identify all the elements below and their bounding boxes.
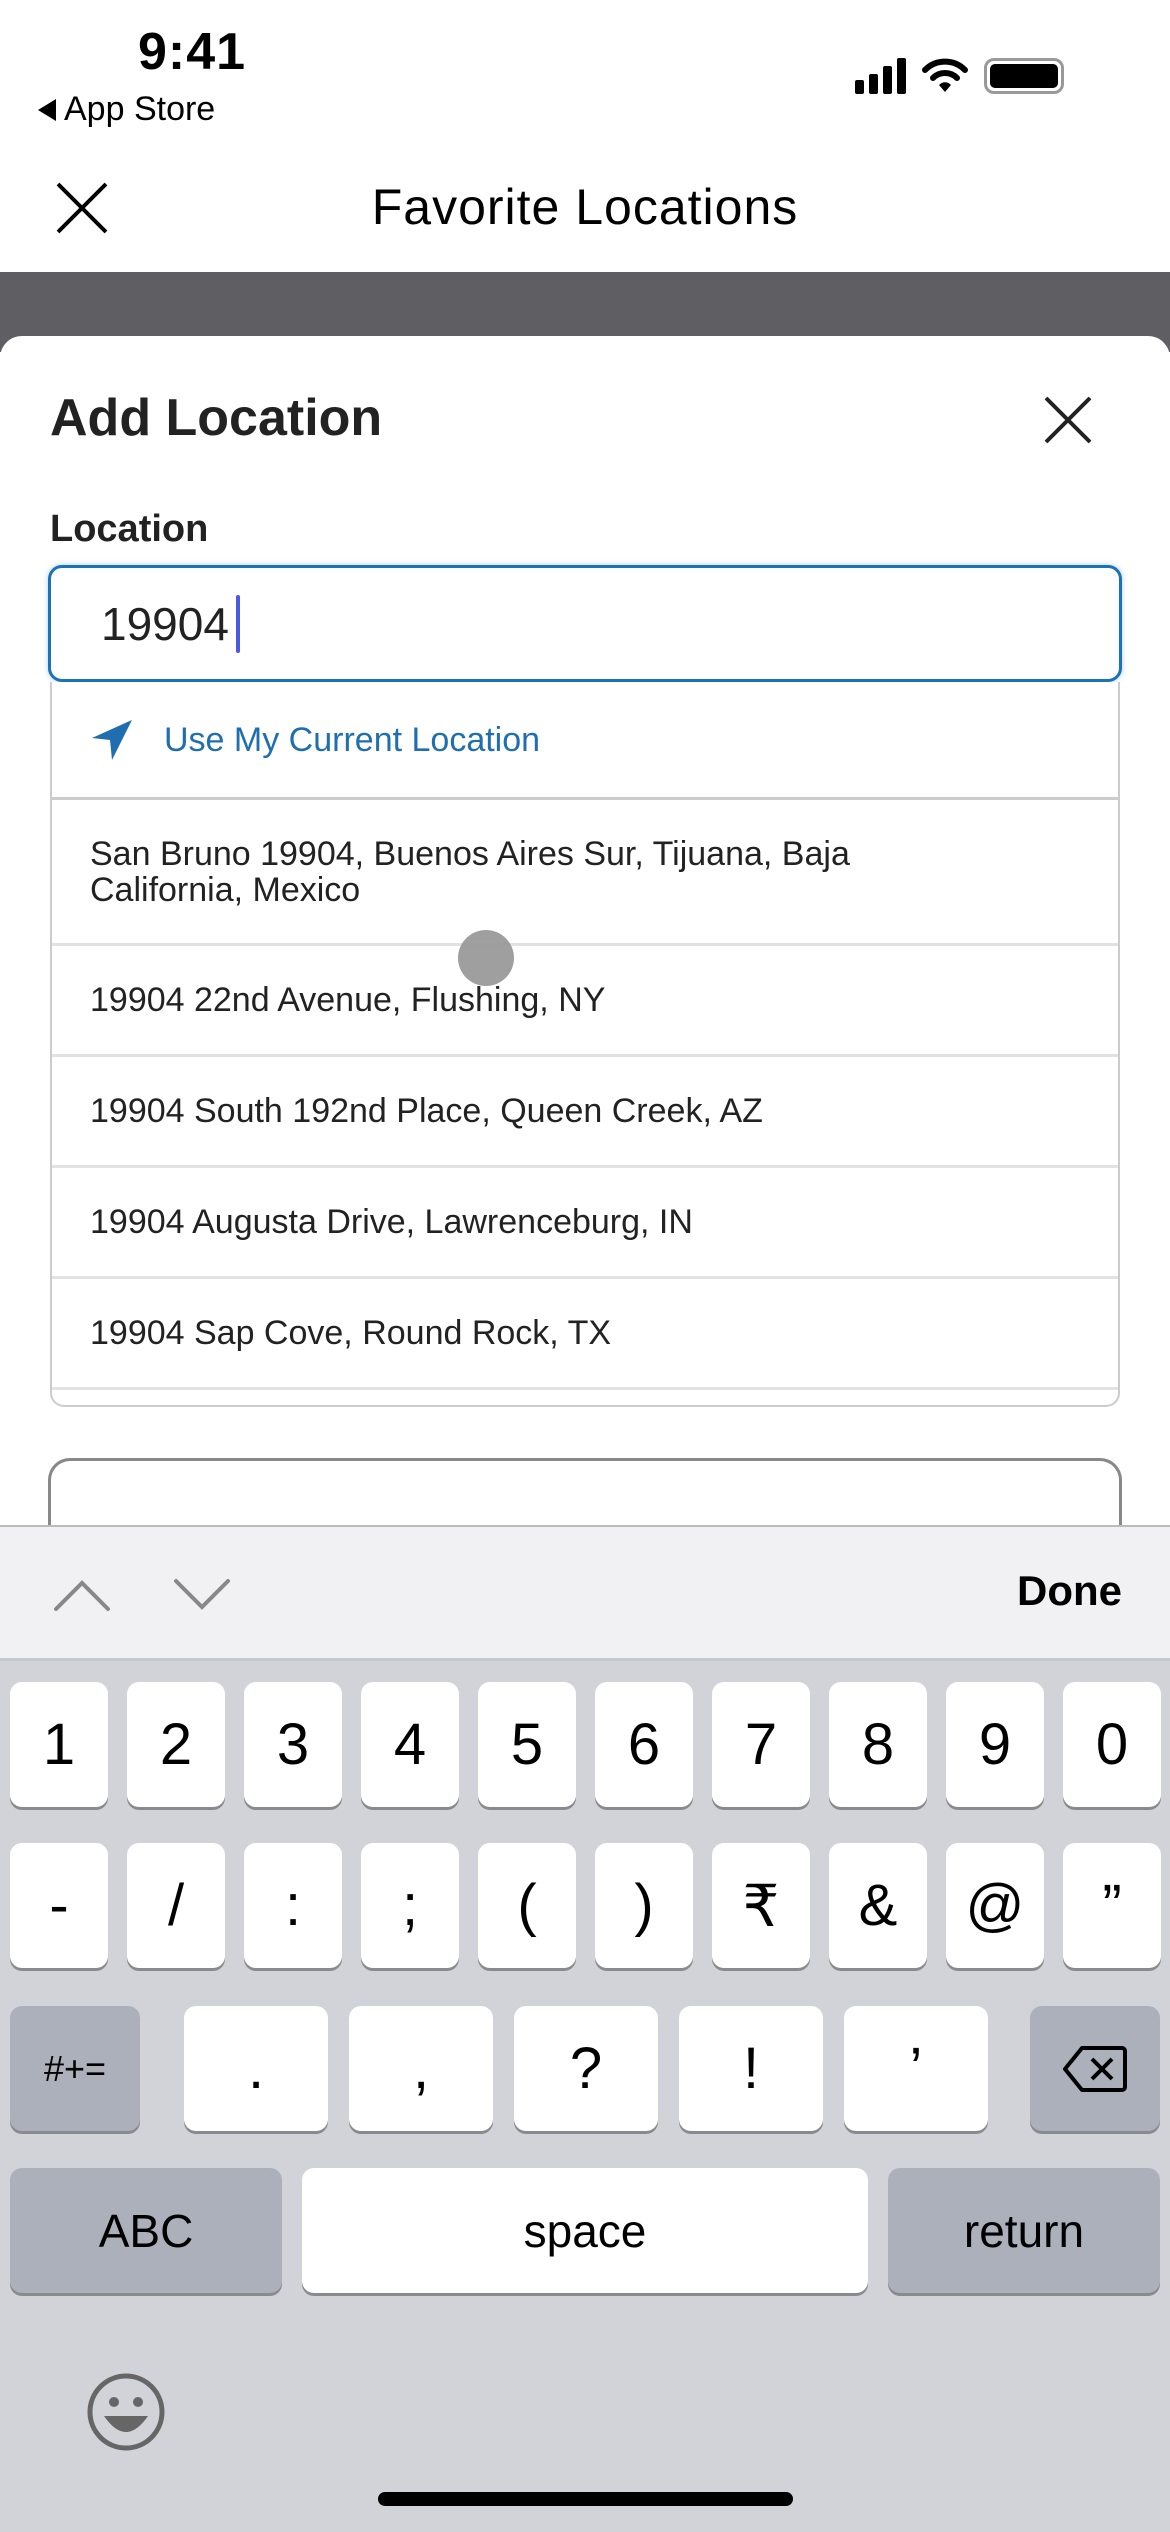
key[interactable]: 2 bbox=[127, 1682, 225, 1807]
nav-title: Favorite Locations bbox=[371, 179, 799, 235]
key[interactable]: ’ bbox=[844, 2006, 988, 2131]
key[interactable]: : bbox=[244, 1843, 342, 1968]
sheet-close-icon[interactable] bbox=[1042, 394, 1094, 446]
back-triangle-icon bbox=[38, 98, 56, 121]
back-to-app-store[interactable]: App Store bbox=[38, 90, 215, 129]
battery-icon bbox=[984, 58, 1064, 94]
key[interactable]: 9 bbox=[946, 1682, 1044, 1807]
key[interactable]: , bbox=[349, 2006, 493, 2131]
key[interactable]: / bbox=[127, 1843, 225, 1968]
location-arrow-icon bbox=[92, 719, 132, 760]
location-label: Location bbox=[50, 508, 209, 550]
home-indicator bbox=[378, 2492, 793, 2506]
status-time: 9:41 bbox=[138, 23, 247, 81]
suggestion-item[interactable]: 19904 South 192nd Place, Queen Creek, AZ bbox=[52, 1057, 1118, 1168]
suggestion-item[interactable]: San Bruno 19904, Buenos Aires Sur, Tijua… bbox=[52, 800, 1118, 946]
symbols-toggle-key[interactable]: #+= bbox=[10, 2006, 140, 2131]
key[interactable]: - bbox=[10, 1843, 108, 1968]
key[interactable]: @ bbox=[946, 1843, 1044, 1968]
key[interactable]: ! bbox=[679, 2006, 823, 2131]
use-current-location[interactable]: Use My Current Location bbox=[52, 682, 1118, 800]
location-input[interactable] bbox=[48, 565, 1122, 682]
key[interactable]: ? bbox=[514, 2006, 658, 2131]
key[interactable]: 4 bbox=[361, 1682, 459, 1807]
key[interactable]: 7 bbox=[712, 1682, 810, 1807]
suggestion-item[interactable]: 19904 Augusta Drive, Lawrenceburg, IN bbox=[52, 1168, 1118, 1279]
key[interactable]: 3 bbox=[244, 1682, 342, 1807]
done-button[interactable]: Done bbox=[1017, 1567, 1122, 1615]
suggestions-dropdown: Use My Current Location San Bruno 19904,… bbox=[50, 682, 1120, 1407]
key[interactable]: 5 bbox=[478, 1682, 576, 1807]
suggestion-item[interactable]: 19904 Sap Cove, Round Rock, TX bbox=[52, 1279, 1118, 1390]
wifi-icon bbox=[922, 58, 968, 92]
chevron-down-icon[interactable] bbox=[172, 1577, 232, 1613]
key[interactable]: & bbox=[829, 1843, 927, 1968]
key[interactable]: 8 bbox=[829, 1682, 927, 1807]
backspace-key[interactable] bbox=[1030, 2006, 1160, 2131]
signal-icon bbox=[855, 58, 906, 94]
status-icons bbox=[855, 58, 1064, 94]
key[interactable]: ; bbox=[361, 1843, 459, 1968]
key[interactable]: ( bbox=[478, 1843, 576, 1968]
backspace-icon bbox=[1063, 2045, 1127, 2092]
back-label: App Store bbox=[64, 90, 216, 128]
key[interactable]: ” bbox=[1063, 1843, 1161, 1968]
key[interactable]: 6 bbox=[595, 1682, 693, 1807]
key[interactable]: . bbox=[184, 2006, 328, 2131]
emoji-icon[interactable] bbox=[86, 2372, 166, 2452]
touch-indicator bbox=[458, 930, 514, 986]
key[interactable]: ) bbox=[595, 1843, 693, 1968]
sheet-title: Add Location bbox=[50, 389, 383, 447]
key[interactable]: ₹ bbox=[712, 1843, 810, 1968]
suggestion-item[interactable]: 19904 22nd Avenue, Flushing, NY bbox=[52, 946, 1118, 1057]
return-key[interactable]: return bbox=[888, 2168, 1160, 2293]
current-location-label: Use My Current Location bbox=[164, 720, 541, 759]
space-key[interactable]: space bbox=[302, 2168, 868, 2293]
key[interactable]: 0 bbox=[1063, 1682, 1161, 1807]
text-caret bbox=[236, 595, 240, 653]
abc-key[interactable]: ABC bbox=[10, 2168, 282, 2293]
keyboard-toolbar: Done bbox=[0, 1525, 1170, 1658]
chevron-up-icon[interactable] bbox=[52, 1577, 112, 1613]
key[interactable]: 1 bbox=[10, 1682, 108, 1807]
